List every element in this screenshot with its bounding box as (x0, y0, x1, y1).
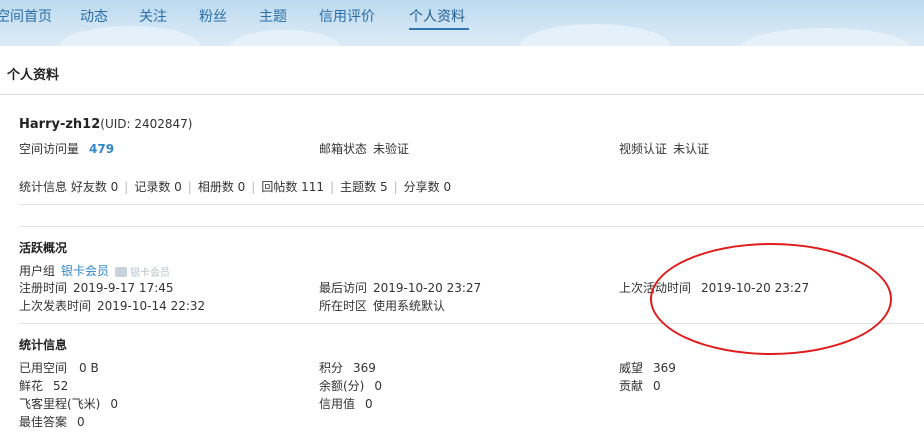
divider (19, 226, 924, 227)
video-verify-value: 未认证 (673, 142, 710, 156)
email-status-label: 邮箱状态 (319, 142, 368, 156)
balance-value: 0 (374, 379, 383, 393)
last-active-label: 上次活动时间 (619, 281, 692, 295)
tab-following[interactable]: 关注 (139, 6, 167, 26)
last-active-value: 2019-10-20 23:27 (701, 281, 810, 295)
video-verify-label: 视频认证 (619, 142, 668, 156)
points-row: 积分 369 (319, 359, 376, 376)
prestige-row: 威望 369 (619, 359, 676, 376)
member-badge-icon (115, 266, 128, 277)
username: Harry-zh12 (19, 117, 101, 132)
used-space-value: 0 B (79, 361, 99, 375)
tab-credit-rating[interactable]: 信用评价 (319, 6, 375, 26)
prestige-label: 威望 (619, 361, 644, 375)
stat-friends[interactable]: 好友数 0 (71, 180, 118, 194)
best-answer-label: 最佳答案 (19, 415, 68, 429)
email-status-value: 未验证 (373, 142, 410, 156)
stats-summary-label: 统计信息 (19, 180, 68, 194)
contribution-row: 贡献 0 (619, 377, 661, 394)
best-answer-value: 0 (77, 415, 85, 429)
contribution-value: 0 (653, 379, 661, 393)
last-active-row: 上次活动时间 2019-10-20 23:27 (619, 279, 809, 296)
flowers-label: 鲜花 (19, 379, 44, 393)
banner-cloud (740, 28, 910, 46)
tab-space-home[interactable]: 空间首页 (0, 6, 52, 26)
visits-value[interactable]: 479 (89, 142, 114, 156)
best-answer-row: 最佳答案 0 (19, 413, 85, 430)
last-post-value: 2019-10-14 22:32 (97, 299, 206, 313)
stats-summary-row: 统计信息 好友数 0 | 记录数 0 | 相册数 0 | 回帖数 111 | 主题数 5 | 分享数… (19, 180, 452, 194)
credit-row: 信用值 0 (319, 395, 373, 412)
reg-time-row: 注册时间 2019-9-17 17:45 (19, 279, 174, 296)
timezone-value: 使用系统默认 (373, 299, 446, 313)
reg-time-label: 注册时间 (19, 281, 68, 295)
timezone-row: 所在时区 使用系统默认 (319, 297, 445, 314)
divider (19, 204, 924, 205)
divider (0, 94, 924, 95)
points-value: 369 (353, 361, 376, 375)
stat-topics[interactable]: 主题数 5 (340, 180, 387, 194)
statistics-section-title: 统计信息 (19, 338, 68, 352)
user-identity: Harry-zh12(UID: 2402847) (19, 117, 193, 132)
active-tab-indicator (409, 28, 469, 30)
tab-profile[interactable]: 个人资料 (409, 6, 465, 26)
banner-cloud (520, 24, 670, 46)
top-nav-banner: 空间首页 动态 关注 粉丝 主题 信用评价 个人资料 (0, 0, 924, 46)
user-uid: (UID: 2402847) (100, 117, 193, 131)
contribution-label: 贡献 (619, 379, 644, 393)
stat-records[interactable]: 记录数 0 (134, 180, 181, 194)
used-space-row: 已用空间 0 B (19, 359, 99, 376)
flowers-value: 52 (53, 379, 69, 393)
visits-label: 空间访问量 (19, 142, 80, 156)
member-badge-text: 银卡会员 (130, 268, 171, 279)
reg-time-value: 2019-9-17 17:45 (73, 281, 174, 295)
used-space-label: 已用空间 (19, 361, 68, 375)
points-label: 积分 (319, 361, 344, 375)
miles-value: 0 (110, 397, 119, 411)
visits-row: 空间访问量 479 (19, 140, 114, 157)
video-verify-row: 视频认证 未认证 (619, 140, 709, 157)
last-visit-label: 最后访问 (319, 281, 368, 295)
flowers-row: 鲜花 52 (19, 377, 68, 394)
divider (19, 323, 924, 324)
tab-topics[interactable]: 主题 (259, 6, 287, 26)
stat-replies[interactable]: 回帖数 111 (261, 180, 324, 194)
timezone-label: 所在时区 (319, 299, 368, 313)
last-post-label: 上次发表时间 (19, 299, 92, 313)
user-group-link[interactable]: 银卡会员 (61, 264, 109, 278)
last-visit-row: 最后访问 2019-10-20 23:27 (319, 279, 481, 296)
balance-label: 余额(分) (319, 379, 365, 393)
banner-cloud (230, 30, 340, 46)
miles-row: 飞客里程(飞米) 0 (19, 395, 118, 412)
red-annotation-ellipse (650, 243, 892, 355)
last-post-row: 上次发表时间 2019-10-14 22:32 (19, 297, 205, 314)
last-visit-value: 2019-10-20 23:27 (373, 281, 482, 295)
user-group-row: 用户组 银卡会员 银卡会员 (19, 262, 170, 279)
activity-section-title: 活跃概况 (19, 241, 68, 255)
banner-cloud (60, 26, 200, 46)
stat-shares[interactable]: 分享数 0 (404, 180, 451, 194)
user-group-label: 用户组 (19, 264, 56, 278)
email-status-row: 邮箱状态 未验证 (319, 140, 409, 157)
tab-feed[interactable]: 动态 (80, 6, 108, 26)
prestige-value: 369 (653, 361, 676, 375)
credit-label: 信用值 (319, 397, 356, 411)
page-title: 个人资料 (7, 68, 60, 83)
credit-value: 0 (365, 397, 373, 411)
miles-label: 飞客里程(飞米) (19, 397, 101, 411)
balance-row: 余额(分) 0 (319, 377, 382, 394)
stat-albums[interactable]: 相册数 0 (198, 180, 245, 194)
tab-followers[interactable]: 粉丝 (199, 6, 227, 26)
